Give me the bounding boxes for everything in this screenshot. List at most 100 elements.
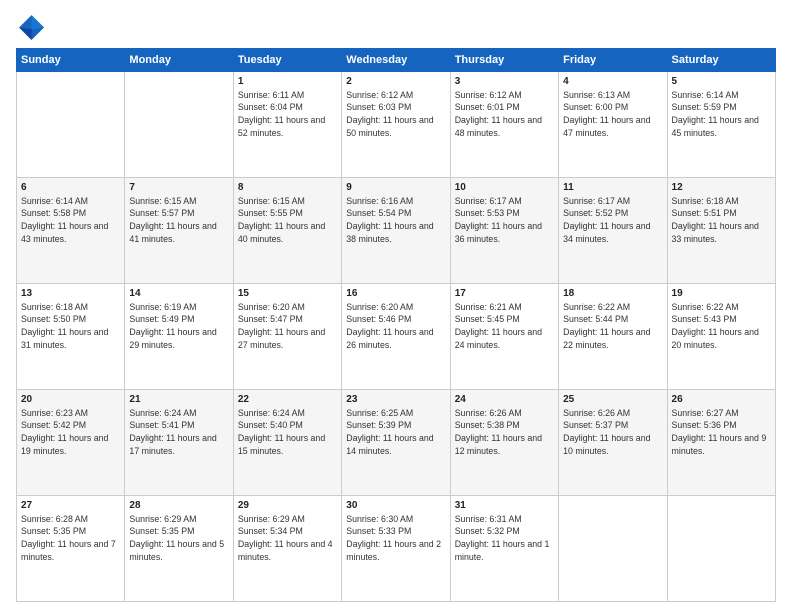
calendar-cell: 30Sunrise: 6:30 AM Sunset: 5:33 PM Dayli… — [342, 496, 450, 602]
day-info: Sunrise: 6:24 AM Sunset: 5:40 PM Dayligh… — [238, 408, 325, 456]
day-of-week-header: Thursday — [450, 49, 558, 72]
day-number: 26 — [672, 393, 771, 407]
day-number: 6 — [21, 181, 120, 195]
day-info: Sunrise: 6:12 AM Sunset: 6:03 PM Dayligh… — [346, 90, 433, 138]
day-number: 22 — [238, 393, 337, 407]
calendar-cell: 19Sunrise: 6:22 AM Sunset: 5:43 PM Dayli… — [667, 284, 775, 390]
calendar-cell: 23Sunrise: 6:25 AM Sunset: 5:39 PM Dayli… — [342, 390, 450, 496]
calendar-cell: 5Sunrise: 6:14 AM Sunset: 5:59 PM Daylig… — [667, 72, 775, 178]
calendar-cell: 11Sunrise: 6:17 AM Sunset: 5:52 PM Dayli… — [559, 178, 667, 284]
day-info: Sunrise: 6:16 AM Sunset: 5:54 PM Dayligh… — [346, 196, 433, 244]
day-info: Sunrise: 6:14 AM Sunset: 5:59 PM Dayligh… — [672, 90, 759, 138]
day-number: 31 — [455, 499, 554, 513]
day-info: Sunrise: 6:22 AM Sunset: 5:44 PM Dayligh… — [563, 302, 650, 350]
calendar-header-row: SundayMondayTuesdayWednesdayThursdayFrid… — [17, 49, 776, 72]
day-info: Sunrise: 6:20 AM Sunset: 5:46 PM Dayligh… — [346, 302, 433, 350]
calendar-table: SundayMondayTuesdayWednesdayThursdayFrid… — [16, 48, 776, 602]
calendar-cell: 22Sunrise: 6:24 AM Sunset: 5:40 PM Dayli… — [233, 390, 341, 496]
day-number: 19 — [672, 287, 771, 301]
day-info: Sunrise: 6:27 AM Sunset: 5:36 PM Dayligh… — [672, 408, 767, 456]
day-info: Sunrise: 6:14 AM Sunset: 5:58 PM Dayligh… — [21, 196, 108, 244]
calendar-cell: 16Sunrise: 6:20 AM Sunset: 5:46 PM Dayli… — [342, 284, 450, 390]
day-number: 5 — [672, 75, 771, 89]
day-info: Sunrise: 6:15 AM Sunset: 5:57 PM Dayligh… — [129, 196, 216, 244]
calendar-cell: 4Sunrise: 6:13 AM Sunset: 6:00 PM Daylig… — [559, 72, 667, 178]
calendar-cell: 21Sunrise: 6:24 AM Sunset: 5:41 PM Dayli… — [125, 390, 233, 496]
calendar-cell: 9Sunrise: 6:16 AM Sunset: 5:54 PM Daylig… — [342, 178, 450, 284]
day-info: Sunrise: 6:20 AM Sunset: 5:47 PM Dayligh… — [238, 302, 325, 350]
calendar-cell: 28Sunrise: 6:29 AM Sunset: 5:35 PM Dayli… — [125, 496, 233, 602]
day-number: 17 — [455, 287, 554, 301]
calendar-cell: 26Sunrise: 6:27 AM Sunset: 5:36 PM Dayli… — [667, 390, 775, 496]
day-info: Sunrise: 6:22 AM Sunset: 5:43 PM Dayligh… — [672, 302, 759, 350]
calendar-cell — [667, 496, 775, 602]
day-info: Sunrise: 6:12 AM Sunset: 6:01 PM Dayligh… — [455, 90, 542, 138]
day-number: 24 — [455, 393, 554, 407]
calendar-week-row: 6Sunrise: 6:14 AM Sunset: 5:58 PM Daylig… — [17, 178, 776, 284]
day-info: Sunrise: 6:23 AM Sunset: 5:42 PM Dayligh… — [21, 408, 108, 456]
day-number: 28 — [129, 499, 228, 513]
day-number: 30 — [346, 499, 445, 513]
calendar-cell: 31Sunrise: 6:31 AM Sunset: 5:32 PM Dayli… — [450, 496, 558, 602]
day-info: Sunrise: 6:29 AM Sunset: 5:35 PM Dayligh… — [129, 514, 224, 562]
day-info: Sunrise: 6:18 AM Sunset: 5:51 PM Dayligh… — [672, 196, 759, 244]
calendar-cell: 14Sunrise: 6:19 AM Sunset: 5:49 PM Dayli… — [125, 284, 233, 390]
day-info: Sunrise: 6:13 AM Sunset: 6:00 PM Dayligh… — [563, 90, 650, 138]
day-number: 14 — [129, 287, 228, 301]
day-number: 16 — [346, 287, 445, 301]
calendar-cell — [559, 496, 667, 602]
day-number: 23 — [346, 393, 445, 407]
day-info: Sunrise: 6:21 AM Sunset: 5:45 PM Dayligh… — [455, 302, 542, 350]
calendar-cell: 25Sunrise: 6:26 AM Sunset: 5:37 PM Dayli… — [559, 390, 667, 496]
day-of-week-header: Monday — [125, 49, 233, 72]
day-info: Sunrise: 6:28 AM Sunset: 5:35 PM Dayligh… — [21, 514, 116, 562]
calendar-cell: 27Sunrise: 6:28 AM Sunset: 5:35 PM Dayli… — [17, 496, 125, 602]
calendar-week-row: 13Sunrise: 6:18 AM Sunset: 5:50 PM Dayli… — [17, 284, 776, 390]
calendar-cell: 20Sunrise: 6:23 AM Sunset: 5:42 PM Dayli… — [17, 390, 125, 496]
calendar-week-row: 20Sunrise: 6:23 AM Sunset: 5:42 PM Dayli… — [17, 390, 776, 496]
day-of-week-header: Saturday — [667, 49, 775, 72]
day-info: Sunrise: 6:26 AM Sunset: 5:37 PM Dayligh… — [563, 408, 650, 456]
calendar-cell: 6Sunrise: 6:14 AM Sunset: 5:58 PM Daylig… — [17, 178, 125, 284]
calendar-cell: 7Sunrise: 6:15 AM Sunset: 5:57 PM Daylig… — [125, 178, 233, 284]
calendar-cell — [17, 72, 125, 178]
day-info: Sunrise: 6:31 AM Sunset: 5:32 PM Dayligh… — [455, 514, 550, 562]
day-info: Sunrise: 6:24 AM Sunset: 5:41 PM Dayligh… — [129, 408, 216, 456]
calendar-body: 1Sunrise: 6:11 AM Sunset: 6:04 PM Daylig… — [17, 72, 776, 602]
calendar-cell: 29Sunrise: 6:29 AM Sunset: 5:34 PM Dayli… — [233, 496, 341, 602]
day-info: Sunrise: 6:29 AM Sunset: 5:34 PM Dayligh… — [238, 514, 333, 562]
day-number: 7 — [129, 181, 228, 195]
day-number: 27 — [21, 499, 120, 513]
day-of-week-header: Wednesday — [342, 49, 450, 72]
day-info: Sunrise: 6:18 AM Sunset: 5:50 PM Dayligh… — [21, 302, 108, 350]
day-number: 20 — [21, 393, 120, 407]
day-number: 2 — [346, 75, 445, 89]
day-info: Sunrise: 6:19 AM Sunset: 5:49 PM Dayligh… — [129, 302, 216, 350]
day-of-week-header: Sunday — [17, 49, 125, 72]
header — [16, 12, 776, 40]
day-number: 10 — [455, 181, 554, 195]
day-number: 29 — [238, 499, 337, 513]
calendar-cell — [125, 72, 233, 178]
day-info: Sunrise: 6:15 AM Sunset: 5:55 PM Dayligh… — [238, 196, 325, 244]
day-number: 4 — [563, 75, 662, 89]
day-of-week-header: Friday — [559, 49, 667, 72]
day-info: Sunrise: 6:30 AM Sunset: 5:33 PM Dayligh… — [346, 514, 441, 562]
day-info: Sunrise: 6:17 AM Sunset: 5:53 PM Dayligh… — [455, 196, 542, 244]
day-number: 21 — [129, 393, 228, 407]
day-number: 9 — [346, 181, 445, 195]
calendar-cell: 12Sunrise: 6:18 AM Sunset: 5:51 PM Dayli… — [667, 178, 775, 284]
day-info: Sunrise: 6:25 AM Sunset: 5:39 PM Dayligh… — [346, 408, 433, 456]
day-number: 3 — [455, 75, 554, 89]
day-number: 11 — [563, 181, 662, 195]
day-number: 12 — [672, 181, 771, 195]
calendar-cell: 2Sunrise: 6:12 AM Sunset: 6:03 PM Daylig… — [342, 72, 450, 178]
calendar-cell: 17Sunrise: 6:21 AM Sunset: 5:45 PM Dayli… — [450, 284, 558, 390]
calendar-cell: 13Sunrise: 6:18 AM Sunset: 5:50 PM Dayli… — [17, 284, 125, 390]
calendar-cell: 3Sunrise: 6:12 AM Sunset: 6:01 PM Daylig… — [450, 72, 558, 178]
calendar-week-row: 1Sunrise: 6:11 AM Sunset: 6:04 PM Daylig… — [17, 72, 776, 178]
calendar-cell: 24Sunrise: 6:26 AM Sunset: 5:38 PM Dayli… — [450, 390, 558, 496]
calendar-cell: 8Sunrise: 6:15 AM Sunset: 5:55 PM Daylig… — [233, 178, 341, 284]
day-number: 1 — [238, 75, 337, 89]
day-number: 25 — [563, 393, 662, 407]
